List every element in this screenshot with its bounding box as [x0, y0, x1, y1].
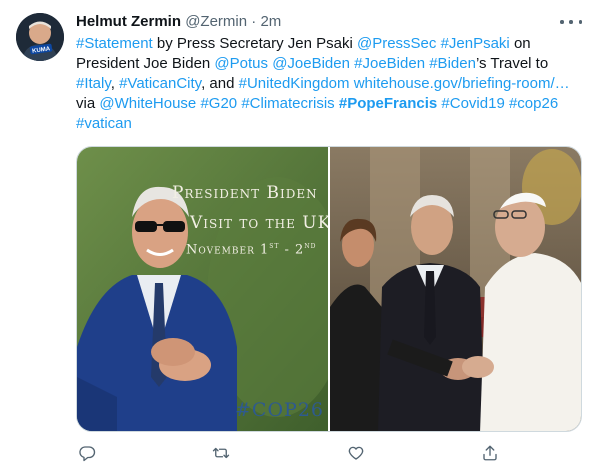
hashtag-link[interactable]: #G20 — [200, 95, 237, 112]
caption-line-2: Visit to the UK — [190, 213, 328, 233]
hashtag-link[interactable]: #JenPsaki — [441, 35, 510, 52]
tweet-text-segment: by Press Secretary Jen Psaki — [152, 35, 357, 52]
hashtag-link[interactable]: #vatican — [76, 115, 132, 132]
tweet-text-segment: , and — [201, 75, 239, 92]
tweet-text-segment: ’s Travel to — [475, 55, 549, 72]
hashtag-link[interactable]: #Italy — [76, 75, 111, 92]
cop26-caption: President Biden Visit to the UK November… — [172, 183, 328, 257]
tweet-text-segment: , — [110, 75, 120, 92]
caption-line-3: November 1st - 2nd — [186, 241, 317, 258]
hashtag-link[interactable]: #Statement — [76, 35, 153, 52]
share-icon[interactable] — [479, 442, 501, 464]
tweet-text-segment: via — [76, 95, 100, 112]
tweet[interactable]: KUMA Helmut Zermin @Zermin · 2m #Stateme… — [0, 0, 598, 475]
caption-line-1: President Biden — [172, 183, 318, 203]
hashtag-link[interactable]: #VaticanCity — [119, 75, 201, 92]
like-icon[interactable] — [345, 442, 367, 464]
avatar[interactable]: KUMA — [16, 13, 64, 61]
author-handle[interactable]: @Zermin — [185, 13, 247, 30]
author-name[interactable]: Helmut Zermin — [76, 13, 181, 30]
hashtag-link[interactable]: #Biden — [429, 55, 476, 72]
hashtag-link[interactable]: #Climatecrisis — [241, 95, 334, 112]
pope-meeting-photo — [330, 147, 581, 431]
hashtag-link[interactable]: #JoeBiden — [354, 55, 425, 72]
tweet-actions — [76, 442, 586, 464]
media-image-biden-cop26[interactable]: President Biden Visit to the UK November… — [77, 147, 328, 431]
more-options-icon[interactable] — [560, 12, 582, 32]
url-link[interactable]: whitehouse.gov/briefing-room/… — [354, 75, 570, 92]
tweet-time[interactable]: 2m — [260, 13, 281, 30]
hashtag-link[interactable]: #PopeFrancis — [339, 95, 437, 112]
mention-link[interactable]: @PressSec — [357, 35, 436, 52]
media-image-biden-pope[interactable] — [330, 147, 581, 431]
separator: · — [251, 13, 257, 30]
tweet-header: Helmut Zermin @Zermin · 2m — [76, 12, 582, 32]
cop26-hashtag: #COP26 — [235, 399, 324, 421]
mention-link[interactable]: @JoeBiden — [272, 55, 350, 72]
hashtag-link[interactable]: #cop26 — [509, 95, 558, 112]
hashtag-link[interactable]: #UnitedKingdom — [239, 75, 350, 92]
avatar-image: KUMA — [16, 13, 64, 61]
retweet-icon[interactable] — [210, 442, 232, 464]
media-grid[interactable]: President Biden Visit to the UK November… — [76, 146, 582, 432]
hashtag-link[interactable]: #Covid19 — [441, 95, 504, 112]
tweet-text: #Statement by Press Secretary Jen Psaki … — [76, 34, 586, 134]
mention-link[interactable]: @Potus — [214, 55, 268, 72]
reply-icon[interactable] — [76, 442, 98, 464]
mention-link[interactable]: @WhiteHouse — [99, 95, 196, 112]
